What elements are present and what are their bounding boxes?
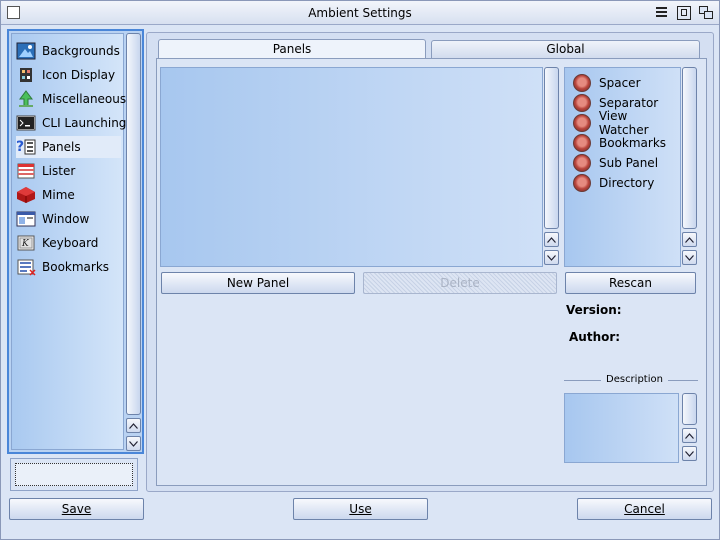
module-list[interactable]: Spacer Separator View Watcher Bookmarks … bbox=[564, 67, 681, 267]
rescan-button[interactable]: Rescan bbox=[565, 272, 696, 294]
svg-text:K: K bbox=[21, 239, 30, 249]
sidebar-item-icon-display[interactable]: Icon Display bbox=[16, 64, 121, 86]
sidebar-item-label: Keyboard bbox=[42, 236, 99, 250]
window-title: Ambient Settings bbox=[308, 6, 412, 20]
cli-launching-icon bbox=[16, 114, 36, 132]
panel-list[interactable] bbox=[160, 67, 543, 267]
new-panel-button[interactable]: New Panel bbox=[161, 272, 355, 294]
sidebar-item-label: Lister bbox=[42, 164, 76, 178]
list-item[interactable]: Bookmarks bbox=[573, 133, 666, 153]
description-text[interactable] bbox=[564, 393, 679, 463]
menu-icon[interactable] bbox=[655, 6, 669, 20]
scrollbar-thumb[interactable] bbox=[682, 393, 697, 425]
scroll-up-button[interactable] bbox=[544, 232, 559, 247]
scroll-down-button[interactable] bbox=[682, 446, 697, 461]
category-list[interactable]: Backgrounds Icon Display Miscellaneous C… bbox=[11, 33, 126, 450]
scrollbar-thumb[interactable] bbox=[544, 67, 559, 229]
save-button[interactable]: Save bbox=[9, 498, 144, 520]
scroll-down-button[interactable] bbox=[544, 250, 559, 265]
module-label: Separator bbox=[599, 96, 659, 110]
sidebar-item-backgrounds[interactable]: Backgrounds bbox=[16, 40, 121, 62]
settings-window: Ambient Settings Backgrounds Icon Displa… bbox=[0, 0, 720, 540]
maximize-icon[interactable] bbox=[677, 6, 691, 20]
sidebar-item-label: Window bbox=[42, 212, 90, 226]
sidebar-item-label: CLI Launching bbox=[42, 116, 127, 130]
module-label: Sub Panel bbox=[599, 156, 659, 170]
use-button-label: Use bbox=[349, 502, 372, 516]
sidebar-item-cli-launching[interactable]: CLI Launching bbox=[16, 112, 126, 134]
module-icon bbox=[573, 114, 591, 132]
module-icon bbox=[573, 94, 591, 112]
command-field[interactable] bbox=[15, 463, 133, 486]
sidebar-item-panels[interactable]: ? Panels bbox=[16, 136, 121, 158]
author-label: Author: bbox=[569, 330, 621, 344]
scroll-up-button[interactable] bbox=[682, 232, 697, 247]
module-label: Directory bbox=[599, 176, 655, 190]
use-button[interactable]: Use bbox=[293, 498, 428, 520]
lister-icon bbox=[16, 162, 36, 180]
tab-global[interactable]: Global bbox=[431, 40, 700, 58]
sidebar-item-bookmarks[interactable]: Bookmarks bbox=[16, 256, 121, 278]
tab-panels[interactable]: Panels bbox=[158, 39, 426, 59]
sidebar-item-keyboard[interactable]: K Keyboard bbox=[16, 232, 121, 254]
sidebar-item-lister[interactable]: Lister bbox=[16, 160, 121, 182]
module-label: Spacer bbox=[599, 76, 641, 90]
version-label: Version: bbox=[566, 303, 622, 317]
sidebar-item-label: Mime bbox=[42, 188, 75, 202]
sidebar-item-miscellaneous[interactable]: Miscellaneous bbox=[16, 88, 126, 110]
description-scrollbar[interactable] bbox=[682, 393, 697, 463]
backgrounds-icon bbox=[16, 42, 36, 60]
scroll-down-button[interactable] bbox=[682, 250, 697, 265]
cancel-button[interactable]: Cancel bbox=[577, 498, 712, 520]
sidebar-item-label: Backgrounds bbox=[42, 44, 120, 58]
module-icon bbox=[573, 154, 591, 172]
sidebar-item-label: Panels bbox=[42, 140, 81, 154]
title-bar[interactable]: Ambient Settings bbox=[1, 1, 719, 25]
sidebar-item-window[interactable]: Window bbox=[16, 208, 121, 230]
bookmarks-icon bbox=[16, 258, 36, 276]
sidebar-item-label: Bookmarks bbox=[42, 260, 110, 274]
description-label: Description bbox=[601, 374, 668, 385]
iconify-icon[interactable] bbox=[699, 6, 713, 20]
panel-list-scrollbar[interactable] bbox=[544, 67, 559, 267]
module-icon bbox=[573, 174, 591, 192]
scroll-down-button[interactable] bbox=[126, 436, 141, 451]
scrollbar-thumb[interactable] bbox=[126, 33, 141, 415]
sidebar-item-mime[interactable]: Mime bbox=[16, 184, 121, 206]
window-icon bbox=[16, 210, 36, 228]
scrollbar-thumb[interactable] bbox=[682, 67, 697, 229]
list-item[interactable]: View Watcher bbox=[573, 109, 680, 137]
sidebar-item-label: Icon Display bbox=[42, 68, 116, 82]
scroll-up-button[interactable] bbox=[682, 428, 697, 443]
module-icon bbox=[573, 134, 591, 152]
module-label: Bookmarks bbox=[599, 136, 667, 150]
category-list-frame: Backgrounds Icon Display Miscellaneous C… bbox=[7, 29, 144, 454]
list-item[interactable]: Spacer bbox=[573, 73, 641, 93]
save-button-label: Save bbox=[61, 502, 92, 516]
sidebar-item-label: Miscellaneous bbox=[42, 92, 127, 106]
list-item[interactable]: Directory bbox=[573, 173, 654, 193]
module-icon bbox=[573, 74, 591, 92]
category-scrollbar[interactable] bbox=[126, 33, 141, 451]
panels-icon: ? bbox=[16, 138, 36, 156]
module-list-scrollbar[interactable] bbox=[682, 67, 697, 267]
svg-text:?: ? bbox=[16, 139, 24, 155]
keyboard-icon: K bbox=[16, 234, 36, 252]
delete-button[interactable]: Delete bbox=[363, 272, 557, 294]
miscellaneous-icon bbox=[16, 90, 36, 108]
scroll-up-button[interactable] bbox=[126, 418, 141, 433]
mime-icon bbox=[16, 186, 36, 204]
list-item[interactable]: Sub Panel bbox=[573, 153, 658, 173]
icon-display-icon bbox=[16, 66, 36, 84]
cancel-button-label: Cancel bbox=[624, 502, 665, 516]
command-box bbox=[10, 458, 138, 491]
